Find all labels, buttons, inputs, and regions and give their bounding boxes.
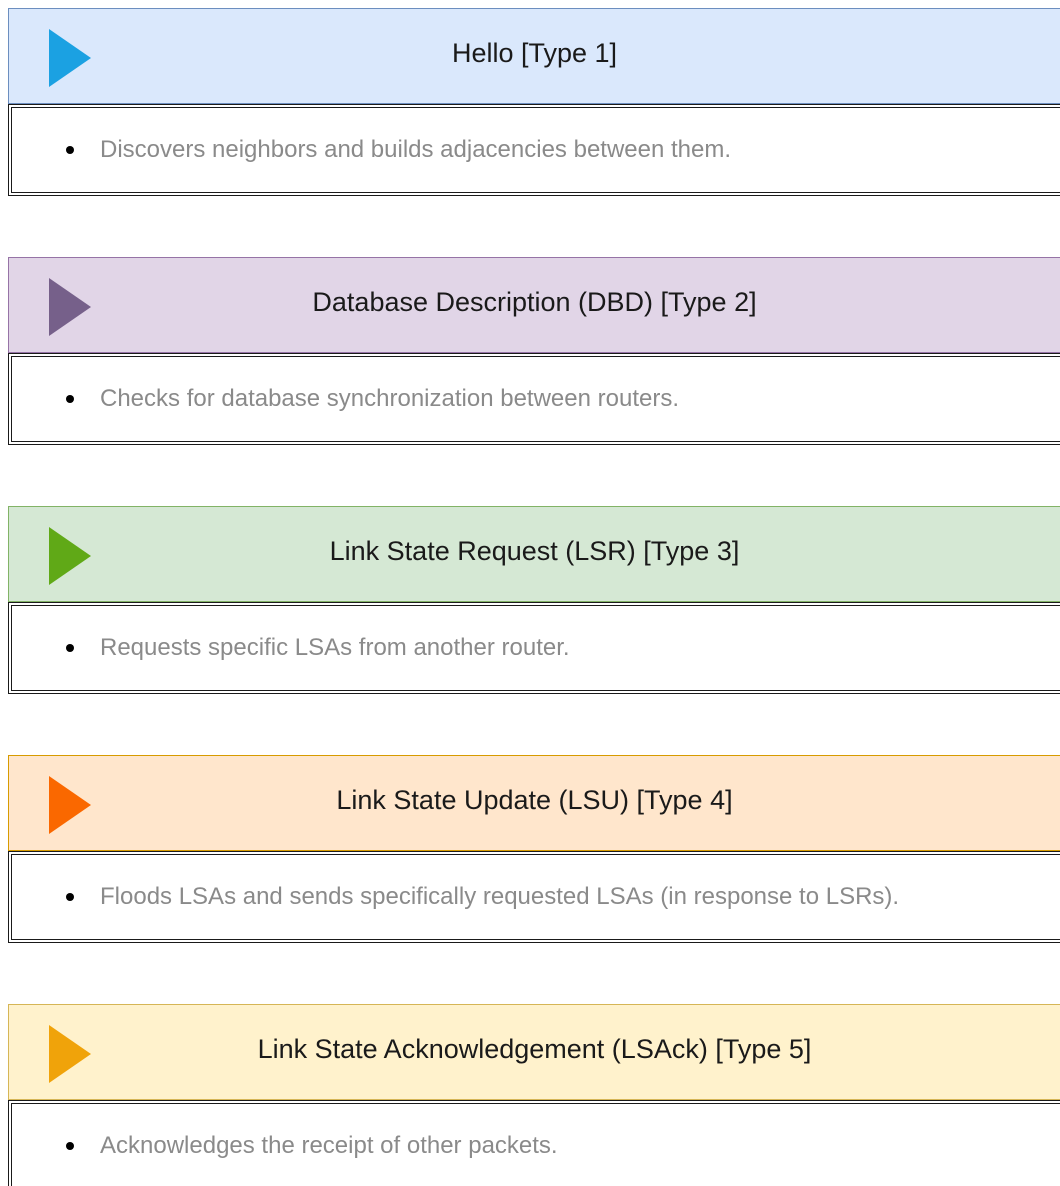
packet-header: Link State Acknowledgement (LSAck) [Type… — [8, 1004, 1060, 1100]
packet-header: Hello [Type 1] — [8, 8, 1060, 104]
packet-hello: Hello [Type 1] Discovers neighbors and b… — [8, 8, 1060, 196]
bullet-icon — [66, 146, 74, 154]
packet-description-box: Requests specific LSAs from another rout… — [8, 602, 1060, 694]
packet-title: Link State Acknowledgement (LSAck) [Type… — [257, 1034, 812, 1064]
packet-description-box: Acknowledges the receipt of other packet… — [8, 1100, 1060, 1186]
packet-description-box: Discovers neighbors and builds adjacenci… — [8, 104, 1060, 196]
packet-title: Link State Update (LSU) [Type 4] — [336, 785, 733, 815]
bullet-icon — [66, 893, 74, 901]
bullet-icon — [66, 395, 74, 403]
bullet-icon — [66, 1142, 74, 1150]
packet-description-box: Floods LSAs and sends specifically reque… — [8, 851, 1060, 943]
packet-database-description: Database Description (DBD) [Type 2] Chec… — [8, 257, 1060, 445]
packet-description: Discovers neighbors and builds adjacenci… — [100, 136, 732, 163]
packet-title: Database Description (DBD) [Type 2] — [312, 287, 757, 317]
packet-description-box: Checks for database synchronization betw… — [8, 353, 1060, 445]
packet-link-state-acknowledgement: Link State Acknowledgement (LSAck) [Type… — [8, 1004, 1060, 1186]
packet-description: Floods LSAs and sends specifically reque… — [100, 883, 900, 910]
packet-link-state-request: Link State Request (LSR) [Type 3] Reques… — [8, 506, 1060, 694]
packet-link-state-update: Link State Update (LSU) [Type 4] Floods … — [8, 755, 1060, 943]
packet-description: Requests specific LSAs from another rout… — [100, 634, 570, 661]
bullet-icon — [66, 644, 74, 652]
packet-description: Checks for database synchronization betw… — [100, 385, 679, 412]
ospf-packet-types-diagram: Hello [Type 1] Discovers neighbors and b… — [0, 0, 1060, 1186]
packet-title: Hello [Type 1] — [451, 38, 618, 68]
packet-header: Database Description (DBD) [Type 2] — [8, 257, 1060, 353]
packet-header: Link State Update (LSU) [Type 4] — [8, 755, 1060, 851]
packet-header: Link State Request (LSR) [Type 3] — [8, 506, 1060, 602]
packet-title: Link State Request (LSR) [Type 3] — [329, 536, 740, 566]
packet-description: Acknowledges the receipt of other packet… — [100, 1132, 558, 1159]
